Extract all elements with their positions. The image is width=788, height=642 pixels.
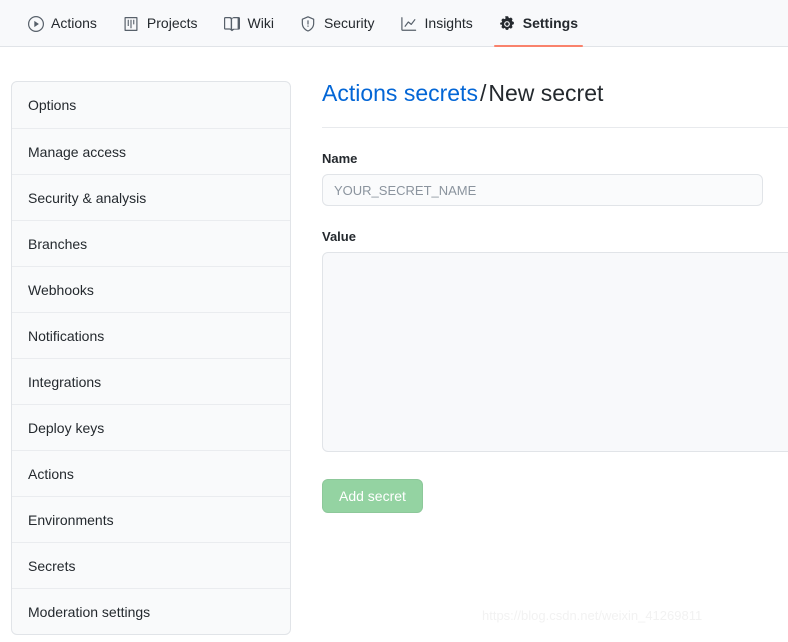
name-field-label: Name <box>322 151 358 166</box>
repo-nav: Actions Projects Wiki Security Insights … <box>0 0 788 47</box>
nav-tab-label: Settings <box>522 15 578 31</box>
main-content: Actions secrets/New secret Name Value Ad… <box>322 78 788 642</box>
sidebar-item-manage-access[interactable]: Manage access <box>12 128 290 174</box>
nav-tab-actions[interactable]: Actions <box>14 0 110 47</box>
repo-nav-list: Actions Projects Wiki Security Insights … <box>0 0 788 47</box>
sidebar-item-moderation-settings[interactable]: Moderation settings <box>12 588 290 634</box>
sidebar-item-secrets[interactable]: Secrets <box>12 542 290 588</box>
sidebar-item-integrations[interactable]: Integrations <box>12 358 290 404</box>
nav-tab-label: Projects <box>146 15 198 31</box>
nav-tab-insights[interactable]: Insights <box>388 0 486 47</box>
sidebar-item-branches[interactable]: Branches <box>12 220 290 266</box>
sidebar-item-actions[interactable]: Actions <box>12 450 290 496</box>
nav-tab-settings[interactable]: Settings <box>486 0 591 47</box>
nav-tab-projects[interactable]: Projects <box>110 0 211 47</box>
graph-icon <box>401 15 418 32</box>
title-divider <box>322 127 788 128</box>
project-board-icon <box>123 15 140 32</box>
nav-tab-security[interactable]: Security <box>287 0 388 47</box>
sidebar-item-environments[interactable]: Environments <box>12 496 290 542</box>
settings-sidebar: Options Manage access Security & analysi… <box>11 81 291 635</box>
sidebar-item-security-analysis[interactable]: Security & analysis <box>12 174 290 220</box>
gear-icon <box>499 15 516 32</box>
sidebar-item-webhooks[interactable]: Webhooks <box>12 266 290 312</box>
breadcrumb-separator: / <box>479 80 487 106</box>
book-icon <box>224 15 241 32</box>
secret-value-textarea[interactable] <box>322 252 788 452</box>
nav-tab-label: Wiki <box>247 15 274 31</box>
breadcrumb-link-actions-secrets[interactable]: Actions secrets <box>322 80 478 106</box>
nav-tab-label: Actions <box>51 15 97 31</box>
nav-tab-wiki[interactable]: Wiki <box>211 0 287 47</box>
shield-icon <box>300 15 317 32</box>
nav-tab-label: Security <box>323 15 375 31</box>
value-field-label: Value <box>322 229 356 244</box>
play-circle-icon <box>27 15 44 32</box>
sidebar-item-options[interactable]: Options <box>12 82 290 128</box>
nav-tab-label: Insights <box>424 15 473 31</box>
secret-name-input[interactable] <box>322 174 763 206</box>
active-tab-underline <box>493 45 583 47</box>
sidebar-item-deploy-keys[interactable]: Deploy keys <box>12 404 290 450</box>
sidebar-item-notifications[interactable]: Notifications <box>12 312 290 358</box>
breadcrumb-current: New secret <box>488 80 604 106</box>
add-secret-button[interactable]: Add secret <box>322 479 423 513</box>
page-title: Actions secrets/New secret <box>322 78 788 112</box>
